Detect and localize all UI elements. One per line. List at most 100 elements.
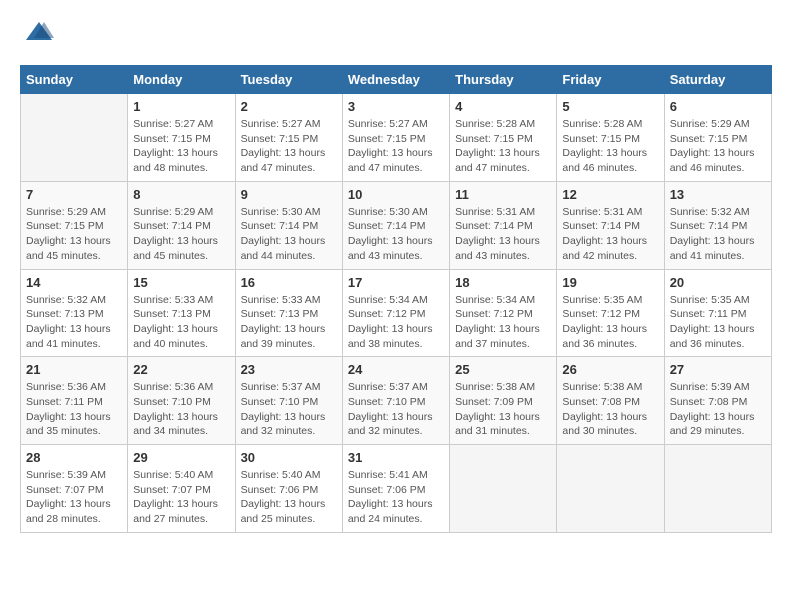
calendar-cell: 10 Sunrise: 5:30 AM Sunset: 7:14 PM Dayli… bbox=[342, 181, 449, 269]
header-thursday: Thursday bbox=[450, 66, 557, 94]
day-number: 5 bbox=[562, 99, 658, 114]
calendar-cell: 25Sunrise: 5:38 AM Sunset: 7:09 PM Dayli… bbox=[450, 357, 557, 445]
day-info: Sunrise: 5:38 AM Sunset: 7:08 PM Dayligh… bbox=[562, 380, 658, 439]
calendar-cell: 18 Sunrise: 5:34 AM Sunset: 7:12 PM Dayli… bbox=[450, 269, 557, 357]
day-number: 6 bbox=[670, 99, 766, 114]
day-number: 8 bbox=[133, 187, 229, 202]
day-info: Sunrise: 5:34 AM Sunset: 7:12 PM Dayligh… bbox=[455, 293, 551, 352]
calendar-cell bbox=[21, 94, 128, 182]
calendar-cell bbox=[664, 445, 771, 533]
calendar-cell: 28Sunrise: 5:39 AM Sunset: 7:07 PM Dayli… bbox=[21, 445, 128, 533]
day-number: 10 bbox=[348, 187, 444, 202]
day-number: 17 bbox=[348, 275, 444, 290]
day-number: 15 bbox=[133, 275, 229, 290]
day-number: 24 bbox=[348, 362, 444, 377]
day-info: Sunrise: 5:31 AM Sunset: 7:14 PM Dayligh… bbox=[455, 205, 551, 264]
logo-text bbox=[20, 20, 54, 55]
calendar-cell: 2 Sunrise: 5:27 AM Sunset: 7:15 PM Daylig… bbox=[235, 94, 342, 182]
day-info: Sunrise: 5:27 AM Sunset: 7:15 PM Dayligh… bbox=[241, 117, 337, 176]
calendar-week-1: 1 Sunrise: 5:27 AM Sunset: 7:15 PM Daylig… bbox=[21, 94, 772, 182]
day-info: Sunrise: 5:29 AM Sunset: 7:15 PM Dayligh… bbox=[26, 205, 122, 264]
day-number: 9 bbox=[241, 187, 337, 202]
day-number: 23 bbox=[241, 362, 337, 377]
day-info: Sunrise: 5:31 AM Sunset: 7:14 PM Dayligh… bbox=[562, 205, 658, 264]
calendar-cell: 8 Sunrise: 5:29 AM Sunset: 7:14 PM Daylig… bbox=[128, 181, 235, 269]
day-number: 27 bbox=[670, 362, 766, 377]
calendar-cell: 14 Sunrise: 5:32 AM Sunset: 7:13 PM Dayli… bbox=[21, 269, 128, 357]
calendar-cell: 23 Sunrise: 5:37 AM Sunset: 7:10 PM Dayli… bbox=[235, 357, 342, 445]
logo bbox=[20, 20, 54, 55]
day-number: 16 bbox=[241, 275, 337, 290]
header-sunday: Sunday bbox=[21, 66, 128, 94]
header-friday: Friday bbox=[557, 66, 664, 94]
day-info: Sunrise: 5:40 AM Sunset: 7:07 PM Dayligh… bbox=[133, 468, 229, 527]
day-info: Sunrise: 5:35 AM Sunset: 7:11 PM Dayligh… bbox=[670, 293, 766, 352]
calendar-cell: 9 Sunrise: 5:30 AM Sunset: 7:14 PM Daylig… bbox=[235, 181, 342, 269]
header-saturday: Saturday bbox=[664, 66, 771, 94]
calendar-week-5: 28Sunrise: 5:39 AM Sunset: 7:07 PM Dayli… bbox=[21, 445, 772, 533]
day-info: Sunrise: 5:36 AM Sunset: 7:11 PM Dayligh… bbox=[26, 380, 122, 439]
calendar-cell: 11 Sunrise: 5:31 AM Sunset: 7:14 PM Dayli… bbox=[450, 181, 557, 269]
day-number: 19 bbox=[562, 275, 658, 290]
day-info: Sunrise: 5:32 AM Sunset: 7:13 PM Dayligh… bbox=[26, 293, 122, 352]
calendar-cell bbox=[557, 445, 664, 533]
logo-icon bbox=[24, 20, 54, 50]
day-info: Sunrise: 5:33 AM Sunset: 7:13 PM Dayligh… bbox=[241, 293, 337, 352]
day-info: Sunrise: 5:29 AM Sunset: 7:14 PM Dayligh… bbox=[133, 205, 229, 264]
day-number: 29 bbox=[133, 450, 229, 465]
calendar-cell: 26 Sunrise: 5:38 AM Sunset: 7:08 PM Dayli… bbox=[557, 357, 664, 445]
calendar-cell: 5Sunrise: 5:28 AM Sunset: 7:15 PM Daylig… bbox=[557, 94, 664, 182]
day-number: 26 bbox=[562, 362, 658, 377]
header-wednesday: Wednesday bbox=[342, 66, 449, 94]
day-info: Sunrise: 5:34 AM Sunset: 7:12 PM Dayligh… bbox=[348, 293, 444, 352]
calendar-cell: 3 Sunrise: 5:27 AM Sunset: 7:15 PM Daylig… bbox=[342, 94, 449, 182]
day-info: Sunrise: 5:35 AM Sunset: 7:12 PM Dayligh… bbox=[562, 293, 658, 352]
day-info: Sunrise: 5:28 AM Sunset: 7:15 PM Dayligh… bbox=[455, 117, 551, 176]
day-number: 21 bbox=[26, 362, 122, 377]
header-monday: Monday bbox=[128, 66, 235, 94]
day-number: 30 bbox=[241, 450, 337, 465]
day-number: 11 bbox=[455, 187, 551, 202]
calendar-cell: 4 Sunrise: 5:28 AM Sunset: 7:15 PM Daylig… bbox=[450, 94, 557, 182]
day-number: 4 bbox=[455, 99, 551, 114]
day-number: 28 bbox=[26, 450, 122, 465]
day-info: Sunrise: 5:29 AM Sunset: 7:15 PM Dayligh… bbox=[670, 117, 766, 176]
calendar-cell bbox=[450, 445, 557, 533]
calendar-cell: 21 Sunrise: 5:36 AM Sunset: 7:11 PM Dayli… bbox=[21, 357, 128, 445]
day-number: 18 bbox=[455, 275, 551, 290]
calendar-header-row: SundayMondayTuesdayWednesdayThursdayFrid… bbox=[21, 66, 772, 94]
day-number: 13 bbox=[670, 187, 766, 202]
day-number: 22 bbox=[133, 362, 229, 377]
day-number: 14 bbox=[26, 275, 122, 290]
day-info: Sunrise: 5:30 AM Sunset: 7:14 PM Dayligh… bbox=[348, 205, 444, 264]
day-info: Sunrise: 5:36 AM Sunset: 7:10 PM Dayligh… bbox=[133, 380, 229, 439]
day-info: Sunrise: 5:41 AM Sunset: 7:06 PM Dayligh… bbox=[348, 468, 444, 527]
page-header bbox=[20, 20, 772, 55]
calendar-cell: 22 Sunrise: 5:36 AM Sunset: 7:10 PM Dayli… bbox=[128, 357, 235, 445]
calendar-cell: 27Sunrise: 5:39 AM Sunset: 7:08 PM Dayli… bbox=[664, 357, 771, 445]
calendar-body: 1 Sunrise: 5:27 AM Sunset: 7:15 PM Daylig… bbox=[21, 94, 772, 533]
calendar-cell: 17 Sunrise: 5:34 AM Sunset: 7:12 PM Dayli… bbox=[342, 269, 449, 357]
day-number: 7 bbox=[26, 187, 122, 202]
calendar-cell: 15 Sunrise: 5:33 AM Sunset: 7:13 PM Dayli… bbox=[128, 269, 235, 357]
day-info: Sunrise: 5:38 AM Sunset: 7:09 PM Dayligh… bbox=[455, 380, 551, 439]
day-number: 2 bbox=[241, 99, 337, 114]
day-info: Sunrise: 5:27 AM Sunset: 7:15 PM Dayligh… bbox=[348, 117, 444, 176]
day-info: Sunrise: 5:37 AM Sunset: 7:10 PM Dayligh… bbox=[348, 380, 444, 439]
calendar-cell: 20Sunrise: 5:35 AM Sunset: 7:11 PM Dayli… bbox=[664, 269, 771, 357]
day-info: Sunrise: 5:37 AM Sunset: 7:10 PM Dayligh… bbox=[241, 380, 337, 439]
day-number: 1 bbox=[133, 99, 229, 114]
calendar-week-2: 7 Sunrise: 5:29 AM Sunset: 7:15 PM Daylig… bbox=[21, 181, 772, 269]
calendar-cell: 24 Sunrise: 5:37 AM Sunset: 7:10 PM Dayli… bbox=[342, 357, 449, 445]
day-info: Sunrise: 5:27 AM Sunset: 7:15 PM Dayligh… bbox=[133, 117, 229, 176]
calendar-cell: 31 Sunrise: 5:41 AM Sunset: 7:06 PM Dayli… bbox=[342, 445, 449, 533]
day-info: Sunrise: 5:32 AM Sunset: 7:14 PM Dayligh… bbox=[670, 205, 766, 264]
day-number: 31 bbox=[348, 450, 444, 465]
day-number: 3 bbox=[348, 99, 444, 114]
day-info: Sunrise: 5:30 AM Sunset: 7:14 PM Dayligh… bbox=[241, 205, 337, 264]
day-info: Sunrise: 5:33 AM Sunset: 7:13 PM Dayligh… bbox=[133, 293, 229, 352]
calendar-cell: 7 Sunrise: 5:29 AM Sunset: 7:15 PM Daylig… bbox=[21, 181, 128, 269]
calendar-cell: 12Sunrise: 5:31 AM Sunset: 7:14 PM Dayli… bbox=[557, 181, 664, 269]
calendar-cell: 19 Sunrise: 5:35 AM Sunset: 7:12 PM Dayli… bbox=[557, 269, 664, 357]
calendar-cell: 6 Sunrise: 5:29 AM Sunset: 7:15 PM Daylig… bbox=[664, 94, 771, 182]
